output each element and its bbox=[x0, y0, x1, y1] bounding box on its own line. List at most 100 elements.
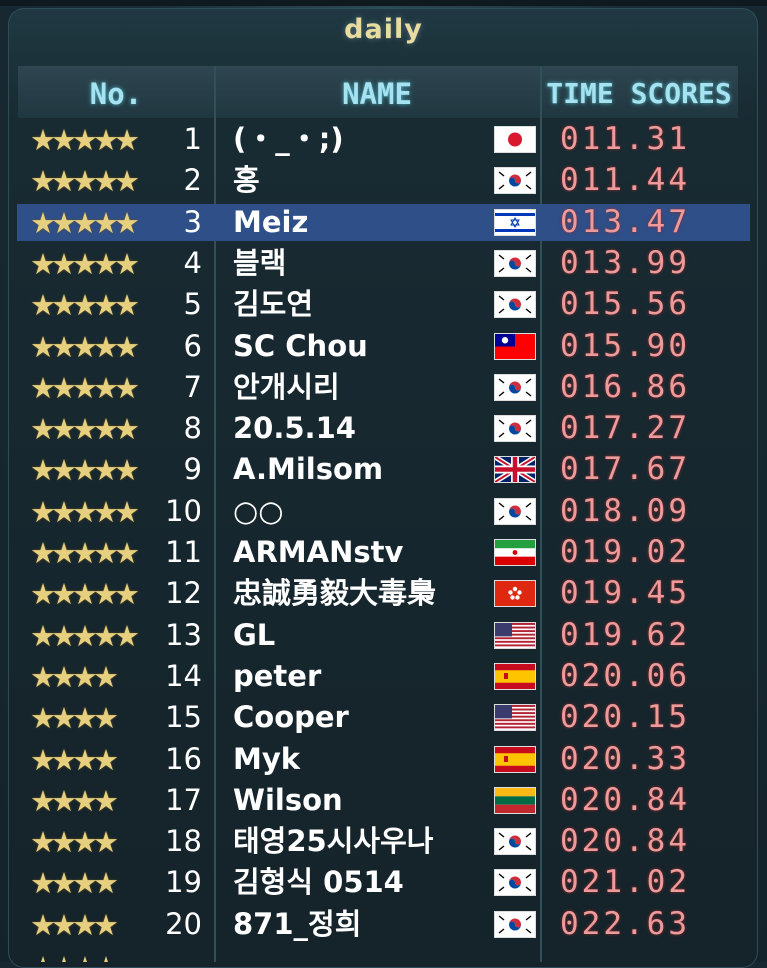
leaderboard-row[interactable]: ★★★★ 15 Cooper 020.15 bbox=[0, 697, 767, 738]
time-score: 017.67 bbox=[560, 451, 690, 488]
player-name: peter bbox=[233, 658, 322, 693]
rank-number: 9 bbox=[183, 452, 202, 487]
taiwan-flag-icon bbox=[494, 332, 536, 360]
player-name: A.Milsom bbox=[233, 452, 384, 487]
time-score: 013.47 bbox=[560, 203, 690, 240]
time-score: 020.33 bbox=[560, 740, 690, 777]
rank-number: 18 bbox=[165, 824, 202, 859]
star-rating: ★★★★ bbox=[30, 825, 119, 860]
south-korea-flag-icon bbox=[494, 167, 536, 195]
rank-number: 8 bbox=[183, 411, 202, 446]
lithuania-flag-icon bbox=[494, 786, 536, 814]
star-rating: ★★★★★ bbox=[30, 618, 140, 653]
star-rating: ★★★★★ bbox=[30, 453, 140, 488]
star-rating: ★★★★★ bbox=[30, 412, 140, 447]
star-rating: ★★★★ bbox=[30, 950, 119, 962]
player-name: 홍 bbox=[233, 163, 260, 198]
leaderboard-row[interactable]: ★★★★ 18 태영25시사우나 020.84 bbox=[0, 821, 767, 862]
south-korea-flag-icon bbox=[494, 415, 536, 443]
player-name: 태영25시사우나 bbox=[233, 824, 434, 859]
star-rating: ★★★★★ bbox=[30, 288, 140, 323]
player-name: Wilson bbox=[233, 782, 343, 817]
player-name: ○○ bbox=[233, 493, 284, 528]
time-score: 021.02 bbox=[560, 864, 690, 901]
player-name: 김도연 bbox=[233, 287, 314, 322]
rank-number: 13 bbox=[165, 617, 202, 652]
star-rating: ★★★★ bbox=[30, 659, 119, 694]
rank-number: 12 bbox=[165, 576, 202, 611]
player-name: 안개시리 bbox=[233, 369, 340, 404]
japan-flag-icon bbox=[494, 126, 536, 153]
leaderboard-row[interactable]: ★★★★★ 6 SC Chou 015.90 bbox=[0, 326, 767, 367]
south-korea-flag-icon bbox=[494, 869, 536, 897]
leaderboard-row[interactable]: ★★★★★ 1 (・_・;) 011.31 bbox=[0, 119, 767, 160]
rank-number: 17 bbox=[165, 782, 202, 817]
star-rating: ★★★★★ bbox=[30, 205, 140, 240]
player-name: ARMANstv bbox=[233, 535, 404, 569]
star-rating: ★★★★★ bbox=[30, 494, 140, 529]
time-score: 011.31 bbox=[560, 121, 690, 157]
star-rating: ★★★★ bbox=[30, 783, 119, 818]
iran-flag-icon bbox=[494, 539, 536, 566]
leaderboard-row[interactable]: ★★★★ 20 871_정희 022.63 bbox=[0, 904, 767, 945]
leaderboard-row[interactable]: ★★★★★ 7 안개시리 016.86 bbox=[0, 367, 767, 408]
rank-number: 15 bbox=[165, 700, 202, 735]
spain-flag-icon bbox=[494, 745, 536, 773]
south-korea-flag-icon bbox=[494, 373, 536, 401]
player-name: (・_・;) bbox=[233, 122, 344, 156]
header-name: NAME bbox=[342, 77, 412, 111]
south-korea-flag-icon bbox=[494, 291, 536, 319]
player-name: 20.5.14 bbox=[233, 411, 356, 446]
leaderboard-row[interactable]: ★★★★★ 4 블랙 013.99 bbox=[0, 243, 767, 284]
leaderboard-row[interactable]: ★★★★★ 9 A.Milsom 017.67 bbox=[0, 449, 767, 490]
rank-number: 19 bbox=[165, 865, 202, 900]
player-name: Meiz bbox=[233, 204, 309, 239]
leaderboard-row[interactable]: ★★★★★ 10 ○○ 018.09 bbox=[0, 491, 767, 532]
leaderboard-header: No. NAME TIME SCORES bbox=[18, 66, 738, 118]
time-score: 020.84 bbox=[560, 781, 690, 818]
player-name: 김형식 0514 bbox=[233, 865, 404, 900]
united-states-flag-icon bbox=[494, 704, 536, 732]
leaderboard-row[interactable]: ★★★★ 14 peter 020.06 bbox=[0, 656, 767, 697]
time-score: 020.84 bbox=[560, 823, 690, 860]
leaderboard-row[interactable]: ★★★★★ 8 20.5.14 017.27 bbox=[0, 408, 767, 449]
leaderboard-row[interactable]: ★★★★★ 2 홍 011.44 bbox=[0, 160, 767, 201]
leaderboard-row[interactable]: ★★★★★ 13 GL 019.62 bbox=[0, 615, 767, 656]
spain-flag-icon bbox=[494, 662, 536, 690]
rank-number: 10 bbox=[165, 493, 202, 528]
south-korea-flag-icon bbox=[494, 497, 536, 525]
hong-kong-flag-icon bbox=[494, 580, 536, 608]
leaderboard-row[interactable]: ★★★★★ 12 忠誠勇毅大毒梟 019.45 bbox=[0, 573, 767, 614]
player-name: SC Chou bbox=[233, 328, 368, 363]
star-rating: ★★★★ bbox=[30, 907, 119, 942]
time-score: 013.99 bbox=[560, 244, 690, 281]
time-score: 015.90 bbox=[560, 327, 690, 364]
top-strip bbox=[0, 0, 767, 6]
rank-number: 4 bbox=[183, 245, 202, 280]
star-rating: ★★★★★ bbox=[30, 329, 140, 364]
time-score: 018.09 bbox=[560, 492, 690, 529]
player-name: Myk bbox=[233, 741, 301, 776]
star-rating: ★★★★★ bbox=[30, 577, 140, 612]
leaderboard-row[interactable]: ★★★★ 16 Myk 020.33 bbox=[0, 739, 767, 780]
star-rating: ★★★★★ bbox=[30, 370, 140, 405]
star-rating: ★★★★★ bbox=[30, 246, 140, 281]
rank-number: 11 bbox=[165, 535, 202, 569]
star-rating: ★★★★★ bbox=[30, 536, 140, 570]
partial-next-row: ★★★★ bbox=[0, 944, 767, 962]
time-score: 016.86 bbox=[560, 368, 690, 405]
israel-flag-icon bbox=[494, 208, 536, 236]
rank-number: 16 bbox=[165, 741, 202, 776]
leaderboard-row[interactable]: ★★★★★ 11 ARMANstv 019.02 bbox=[0, 532, 767, 573]
rank-number: 7 bbox=[183, 369, 202, 404]
south-korea-flag-icon bbox=[494, 249, 536, 277]
south-korea-flag-icon bbox=[494, 828, 536, 856]
leaderboard-row[interactable]: ★★★★ 19 김형식 0514 021.02 bbox=[0, 862, 767, 903]
leaderboard-row[interactable]: ★★★★★ 5 김도연 015.56 bbox=[0, 284, 767, 325]
star-rating: ★★★★★ bbox=[30, 164, 140, 199]
leaderboard-row-selected[interactable]: ★★★★★ 3 Meiz 013.47 bbox=[0, 202, 767, 243]
leaderboard-row[interactable]: ★★★★ 17 Wilson 020.84 bbox=[0, 780, 767, 821]
player-name: 871_정희 bbox=[233, 906, 362, 941]
rank-number: 14 bbox=[165, 658, 202, 693]
header-no: No. bbox=[89, 77, 143, 111]
